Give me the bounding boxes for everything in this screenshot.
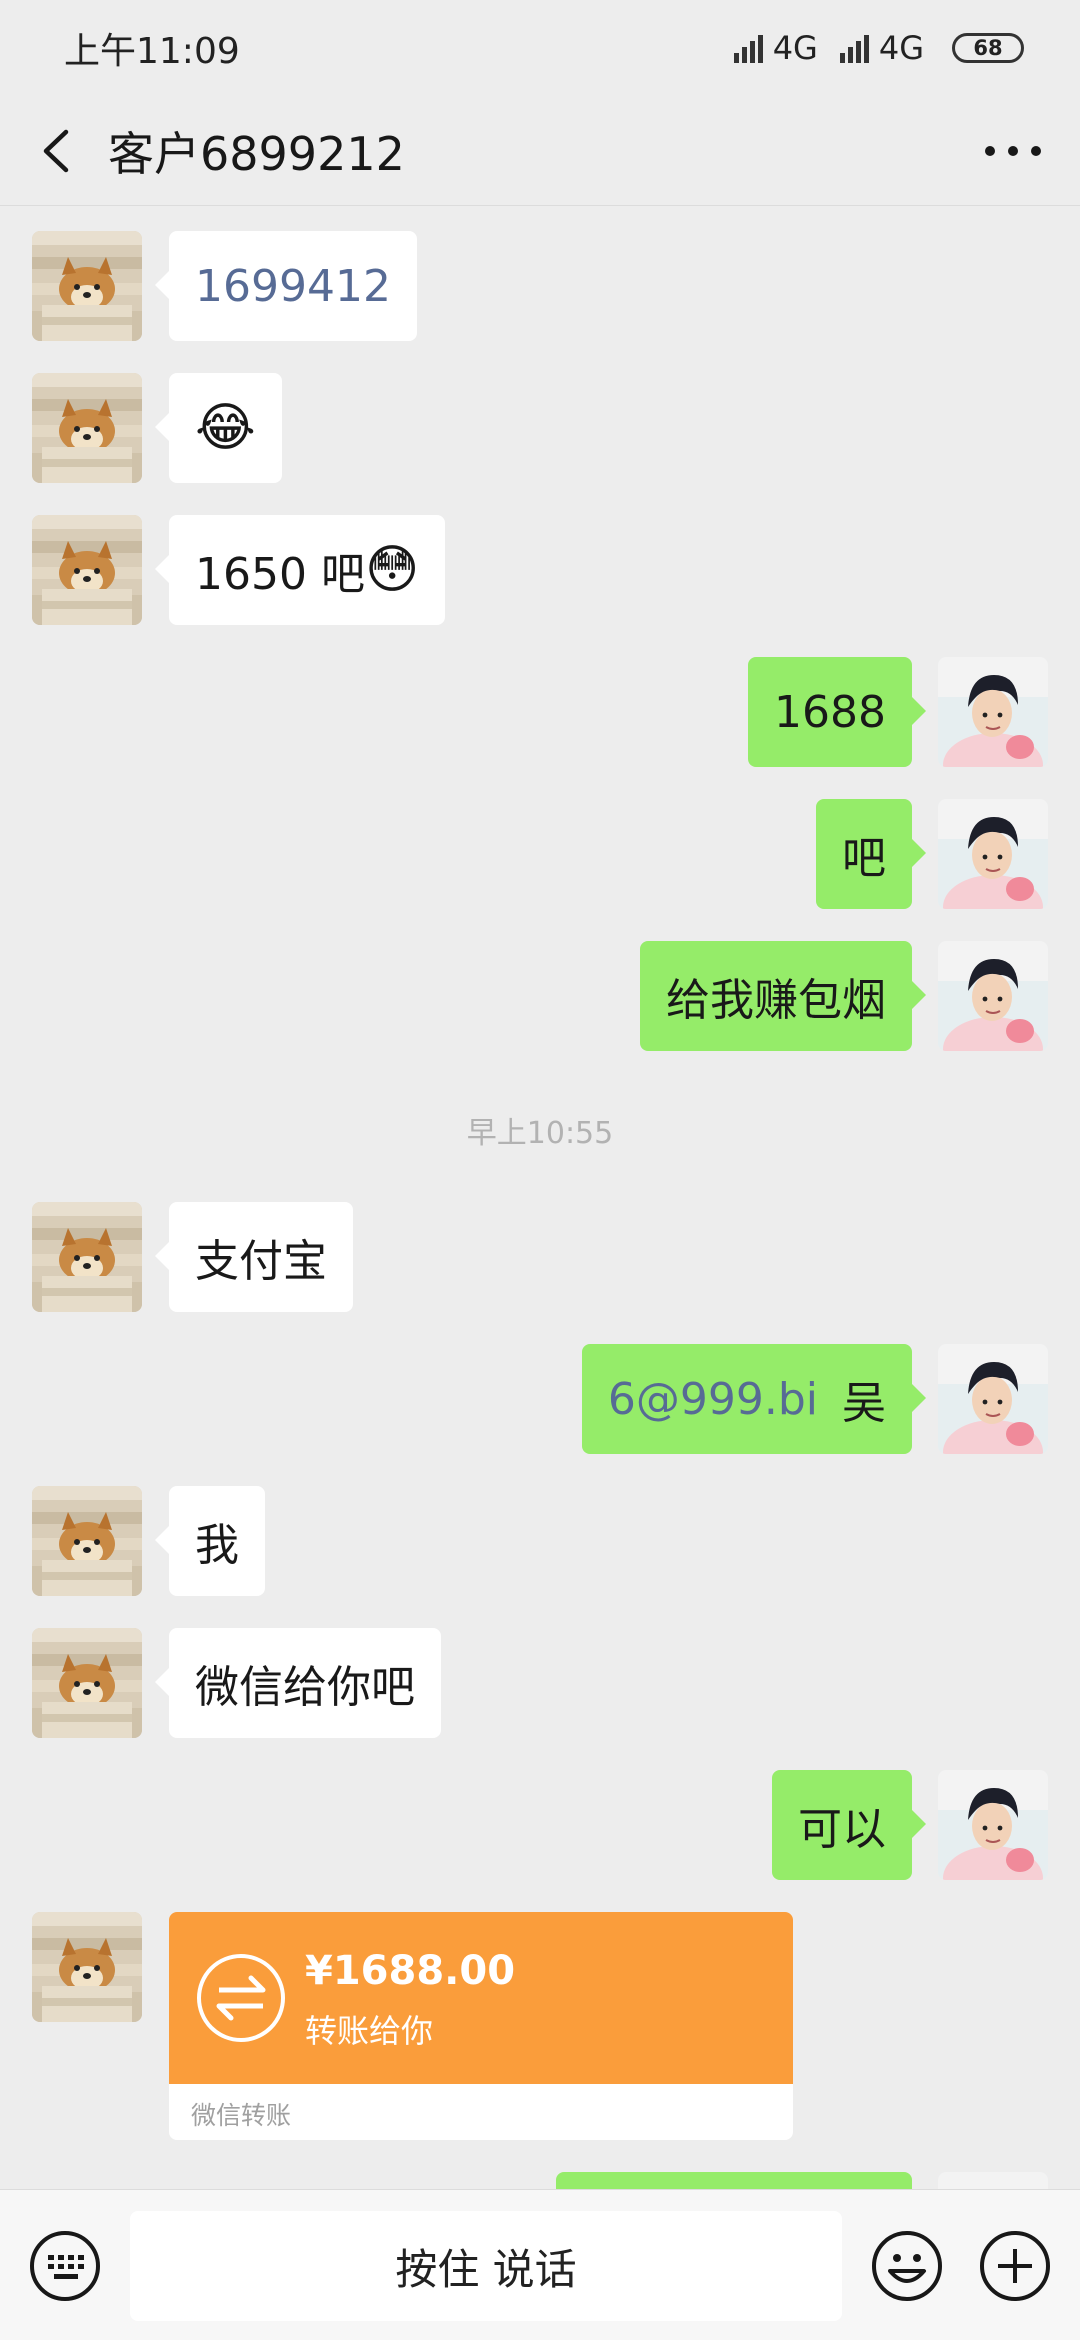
contact-avatar[interactable] bbox=[32, 1912, 142, 2022]
battery-level: 68 bbox=[973, 36, 1003, 60]
status-time: 上午11:09 bbox=[64, 31, 240, 72]
message-row-partial bbox=[0, 2172, 1080, 2189]
message-bubble-sent[interactable]: 给我赚包烟 bbox=[640, 941, 926, 1051]
message-text: 支付宝 bbox=[195, 1236, 327, 1287]
message-bubble-received[interactable]: 1699412 bbox=[155, 231, 417, 341]
input-bar: 按住 说话 bbox=[0, 2189, 1080, 2340]
message-text: 吧 bbox=[842, 833, 886, 884]
message-row: 支付宝 bbox=[0, 1202, 1080, 1312]
transfer-card[interactable]: ¥1688.00 转账给你 微信转账 bbox=[169, 1912, 793, 2140]
message-bubble-received[interactable]: 😂 bbox=[155, 373, 282, 483]
my-avatar[interactable] bbox=[938, 799, 1048, 909]
plus-icon[interactable] bbox=[978, 2229, 1052, 2303]
transfer-arrows-icon bbox=[197, 1954, 285, 2042]
message-bubble-sent[interactable]: 1688 bbox=[748, 657, 926, 767]
my-avatar[interactable] bbox=[938, 2172, 1048, 2189]
message-text: 我 bbox=[195, 1520, 239, 1571]
contact-avatar[interactable] bbox=[32, 1486, 142, 1596]
battery-icon: 68 bbox=[952, 33, 1024, 63]
message-row: 1699412 bbox=[0, 231, 1080, 341]
chat-title: 客户6899212 bbox=[108, 127, 405, 181]
keyboard-icon[interactable] bbox=[28, 2229, 102, 2303]
chat-area[interactable]: 1699412 😂 1650 吧 😳 1688 吧 给我赚包烟 早上10:55 … bbox=[0, 206, 1080, 2189]
chat-header: 客户6899212 bbox=[0, 96, 1080, 206]
signal-icon bbox=[733, 33, 763, 63]
transfer-amount: ¥1688.00 bbox=[305, 1948, 516, 1994]
signal-icon-2 bbox=[839, 33, 869, 63]
status-icons: 4G 4G 68 bbox=[733, 29, 1024, 67]
transfer-description: 转账给你 bbox=[305, 2012, 434, 2050]
message-row: 1650 吧 😳 bbox=[0, 515, 1080, 625]
chat-timestamp: 早上10:55 bbox=[466, 1116, 614, 1151]
message-bubble-received[interactable]: 支付宝 bbox=[155, 1202, 353, 1312]
message-link-text[interactable]: 1699412 bbox=[195, 261, 391, 312]
smiley-icon[interactable] bbox=[870, 2229, 944, 2303]
message-row: 😂 bbox=[0, 373, 1080, 483]
my-avatar[interactable] bbox=[938, 941, 1048, 1051]
message-bubble-sent[interactable]: 6@999.bi 吴 bbox=[581, 1344, 927, 1454]
message-bubble-received[interactable]: 我 bbox=[155, 1486, 265, 1596]
message-bubble-sent[interactable]: 可以 bbox=[772, 1770, 926, 1880]
message-text: 微信给你吧 bbox=[195, 1662, 415, 1713]
message-link-text[interactable]: 6@999.bi bbox=[608, 1374, 818, 1425]
flushed-emoji: 😳 bbox=[364, 540, 420, 600]
laughing-tears-emoji: 😂 bbox=[195, 398, 256, 458]
message-text: 吴 bbox=[842, 1378, 886, 1429]
message-row: 吧 bbox=[0, 799, 1080, 909]
message-bubble-received[interactable]: 微信给你吧 bbox=[155, 1628, 441, 1738]
back-arrow-icon[interactable] bbox=[32, 124, 86, 178]
message-row: 6@999.bi 吴 bbox=[0, 1344, 1080, 1454]
hold-to-talk-button[interactable]: 按住 说话 bbox=[130, 2211, 842, 2321]
more-dots-icon[interactable] bbox=[978, 124, 1048, 178]
my-avatar[interactable] bbox=[938, 657, 1048, 767]
network-type-2: 4G bbox=[878, 29, 924, 67]
message-text: 1650 吧 bbox=[195, 549, 365, 600]
network-type-1: 4G bbox=[772, 29, 818, 67]
message-row: 1688 bbox=[0, 657, 1080, 767]
message-bubble-sent[interactable]: 吧 bbox=[816, 799, 926, 909]
message-text: 可以 bbox=[798, 1804, 886, 1855]
contact-avatar[interactable] bbox=[32, 515, 142, 625]
message-bubble-sent[interactable] bbox=[556, 2172, 912, 2189]
message-row: 微信给你吧 bbox=[0, 1628, 1080, 1738]
message-text: 给我赚包烟 bbox=[666, 975, 886, 1026]
contact-avatar[interactable] bbox=[32, 1628, 142, 1738]
status-bar: 上午11:09 4G 4G 68 bbox=[0, 0, 1080, 96]
transfer-footer-label: 微信转账 bbox=[191, 2101, 292, 2130]
message-row: 给我赚包烟 bbox=[0, 941, 1080, 1051]
contact-avatar[interactable] bbox=[32, 373, 142, 483]
my-avatar[interactable] bbox=[938, 1770, 1048, 1880]
my-avatar[interactable] bbox=[938, 1344, 1048, 1454]
message-row: 我 bbox=[0, 1486, 1080, 1596]
message-row: 可以 bbox=[0, 1770, 1080, 1880]
contact-avatar[interactable] bbox=[32, 1202, 142, 1312]
message-text: 1688 bbox=[774, 686, 886, 738]
message-bubble-received[interactable]: 1650 吧 😳 bbox=[154, 515, 446, 625]
contact-avatar[interactable] bbox=[32, 231, 142, 341]
message-row: ¥1688.00 转账给你 微信转账 bbox=[0, 1912, 1080, 2142]
